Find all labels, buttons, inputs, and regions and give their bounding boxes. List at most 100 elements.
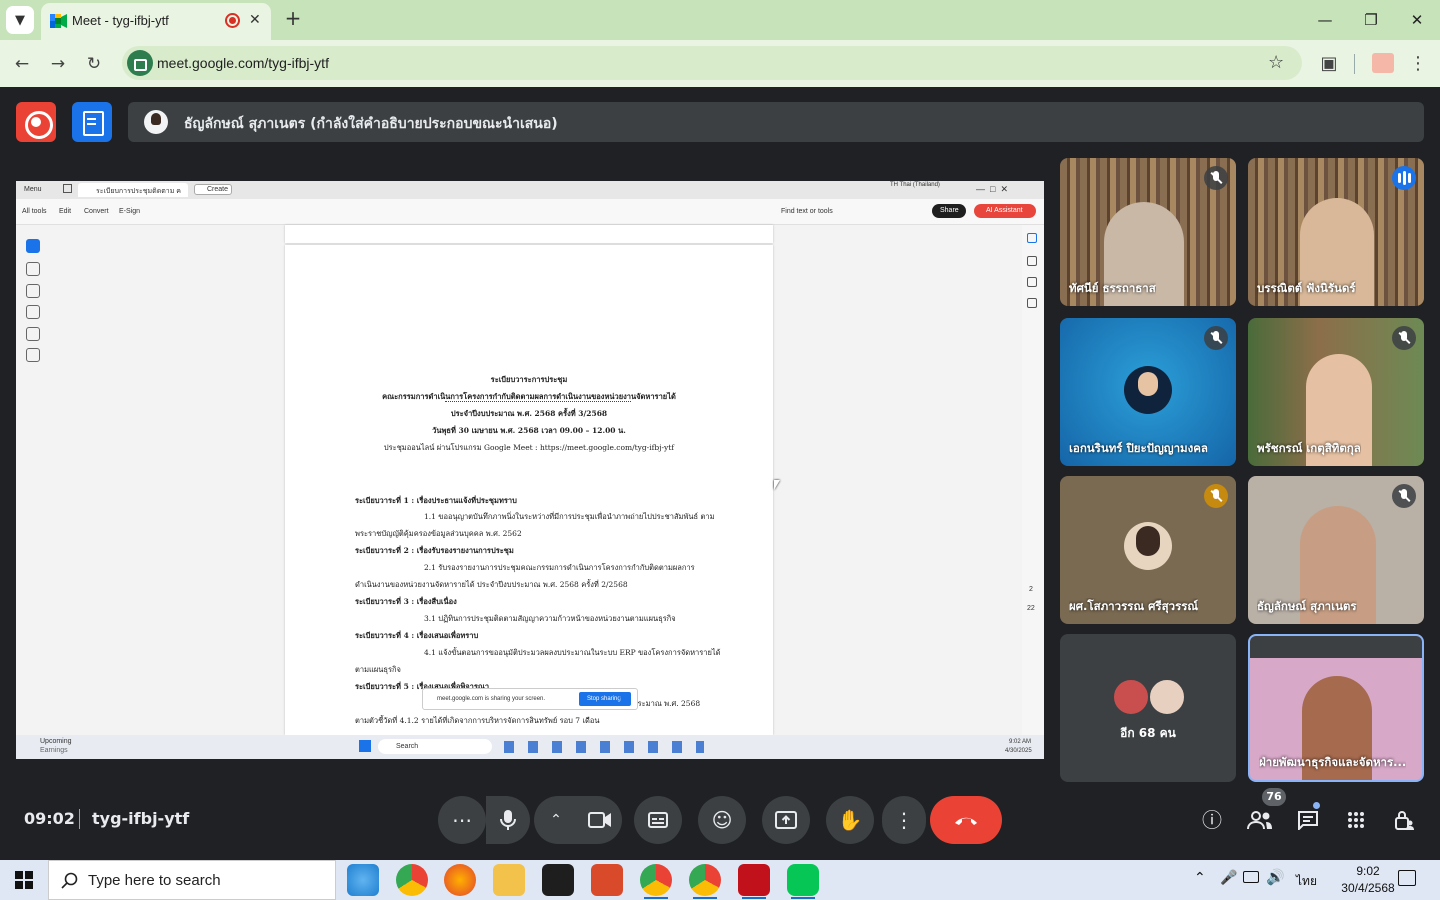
shared-search-label: Search [396, 743, 419, 750]
activities-button[interactable] [1341, 805, 1371, 835]
menu-edit: Edit [59, 208, 72, 215]
vertical-dots-icon: ⋮ [894, 808, 914, 832]
document-page: ระเบียบวาระการประชุม คณะกรรมการดำเนินการโ… [285, 245, 773, 735]
others-tile[interactable]: อีก 68 คน [1060, 634, 1236, 782]
presenter-banner-text: ธัญลักษณ์ สุภาเนตร (กำลังใส่คำอธิบายประก… [184, 116, 558, 132]
eraser-tool-icon [26, 305, 40, 319]
hang-up-icon [955, 817, 977, 825]
volume-icon[interactable]: 🔊 [1266, 868, 1285, 886]
url-text: meet.google.com/tyg-ifbj-ytf [157, 55, 329, 71]
chat-button[interactable] [1293, 805, 1323, 835]
home-icon [63, 184, 72, 193]
terminal-app-icon[interactable] [542, 864, 574, 896]
menu-all-tools: All tools [22, 208, 47, 215]
line-app-icon[interactable] [787, 864, 819, 899]
document-line: ตามตัวชี้วัดที่ 4.1.2 รายได้ที่เกิดจากกา… [355, 716, 600, 725]
taskbar-search-box[interactable]: Type here to search [48, 860, 336, 900]
minimize-button[interactable]: — [1310, 8, 1340, 32]
recording-button[interactable] [16, 102, 56, 142]
shared-window-controls: — □ ✕ [976, 184, 1008, 194]
take-notes-button[interactable] [72, 102, 112, 142]
shared-tool-rail [22, 231, 44, 371]
start-button[interactable] [0, 860, 48, 900]
network-icon[interactable] [1243, 871, 1259, 883]
document-line: ประชุมออนไลน์ ผ่านโปรแกรม Google Meet : … [383, 443, 675, 452]
mic-off-icon [1392, 326, 1416, 350]
host-controls-button[interactable] [1389, 805, 1419, 835]
camera-options-button[interactable]: ⌃ [534, 796, 578, 844]
reactions-button[interactable]: ☺ [698, 796, 746, 844]
present-screen-icon [775, 811, 797, 829]
people-button[interactable] [1245, 805, 1275, 835]
participant-tile[interactable]: ธัญลักษณ์ สุภาเนตร [1248, 476, 1424, 624]
restore-button[interactable]: ❐ [1356, 8, 1386, 32]
pdf-tool-app-icon[interactable] [591, 864, 623, 896]
meeting-clock: 09:02 [24, 809, 75, 828]
self-tile[interactable]: ฝ่ายพัฒนาธุรกิจและจัดหาร... [1248, 634, 1424, 782]
back-button[interactable]: ← [9, 51, 35, 77]
bookmark-star-icon[interactable]: ☆ [1268, 52, 1284, 73]
browser-menu-icon[interactable]: ⋮ [1404, 50, 1432, 78]
share-label: Share [940, 207, 959, 214]
participant-name: บรรณิตต์ ฟังนิรันดร์ [1257, 281, 1356, 295]
others-avatar-2 [1148, 678, 1186, 716]
meeting-details-button[interactable]: ⓘ [1197, 805, 1227, 835]
forward-button[interactable]: → [45, 51, 71, 77]
chrome-profile-app-icon[interactable] [640, 864, 672, 899]
mouse-cursor [774, 480, 780, 490]
file-explorer-app-icon[interactable] [493, 864, 525, 896]
select-tool-icon [26, 239, 40, 253]
speaking-indicator-icon [1392, 166, 1416, 190]
document-line: 4.1 แจ้งขั้นตอนการขออนุมัติประมวลผลงบประ… [424, 648, 721, 657]
taskbar-search-placeholder: Type here to search [88, 872, 221, 889]
reload-button[interactable]: ↻ [81, 51, 107, 77]
close-tab-icon[interactable]: ✕ [249, 12, 261, 28]
captions-button[interactable] [634, 796, 682, 844]
windows-logo-icon [15, 871, 33, 889]
profile-avatar[interactable] [1372, 53, 1394, 73]
participant-name: ผศ.โสภาวรรณ ศรีสุวรรณ์ [1069, 599, 1199, 613]
ie-app-icon[interactable] [347, 864, 379, 896]
present-button[interactable] [762, 796, 810, 844]
participant-tile[interactable]: พรัชกรณ์ เกตุสิทิตกุล [1248, 318, 1424, 466]
shared-screen: Menu ระเบียบการประชุมติดตาม ครั้ง... Cre… [16, 181, 1044, 759]
search-icon [61, 872, 78, 889]
extensions-icon[interactable]: ▣ [1315, 50, 1343, 78]
title-separator [445, 401, 631, 402]
address-bar[interactable]: meet.google.com/tyg-ifbj-ytf ☆ [122, 46, 1302, 80]
chrome-active-app-icon[interactable] [689, 864, 721, 899]
shared-app-toolbar: All tools Edit Convert E-Sign Find text … [16, 199, 1044, 225]
rail-icon-2 [1027, 256, 1037, 266]
participant-name: ธัญลักษณ์ สุภาเนตร [1257, 599, 1357, 613]
tray-mic-icon[interactable]: 🎤 [1220, 870, 1237, 886]
participant-tile[interactable]: เอกนรินทร์ ปิยะปัญญามงคล [1060, 318, 1236, 466]
site-info-icon[interactable] [127, 50, 153, 76]
more-actions-button[interactable]: ⋮ [882, 796, 926, 844]
notifications-icon[interactable] [1398, 870, 1416, 886]
system-time: 9:02 [1356, 864, 1380, 878]
shared-time: 9:02 AM [1009, 739, 1032, 745]
input-language[interactable]: ไทย [1296, 872, 1317, 891]
close-window-button[interactable]: ✕ [1402, 8, 1432, 32]
page-total: 22 [1027, 605, 1035, 612]
browser-tab-meet[interactable]: Meet - tyg-ifbj-ytf ✕ [41, 3, 271, 40]
participant-tile[interactable]: ทัศนีย์ ธรรถาธาส [1060, 158, 1236, 306]
system-clock[interactable]: 9:02 30/4/2568 [1336, 863, 1400, 897]
firefox-app-icon[interactable] [444, 864, 476, 896]
tab-search-button[interactable]: ▼ [6, 6, 34, 34]
acrobat-app-icon[interactable] [738, 864, 770, 899]
shared-start-icon [359, 740, 371, 752]
tray-chevron-icon[interactable]: ⌃ [1194, 870, 1206, 886]
more-options-button[interactable]: ⋯ [438, 796, 486, 844]
mic-off-icon [1392, 484, 1416, 508]
participant-tile[interactable]: บรรณิตต์ ฟังนิรันดร์ [1248, 158, 1424, 306]
leave-call-button[interactable] [930, 796, 1002, 844]
new-tab-button[interactable]: + [282, 8, 304, 30]
camera-icon [588, 812, 611, 828]
upcoming-label: Upcoming [40, 738, 72, 745]
participant-tile[interactable]: ผศ.โสภาวรรณ ศรีสุวรรณ์ [1060, 476, 1236, 624]
chrome-app-icon[interactable] [396, 864, 428, 896]
document-line: ตามแผนธุรกิจ [355, 665, 401, 674]
participant-name: ฝ่ายพัฒนาธุรกิจและจัดหาร... [1259, 755, 1407, 769]
raise-hand-button[interactable]: ✋ [826, 796, 874, 844]
